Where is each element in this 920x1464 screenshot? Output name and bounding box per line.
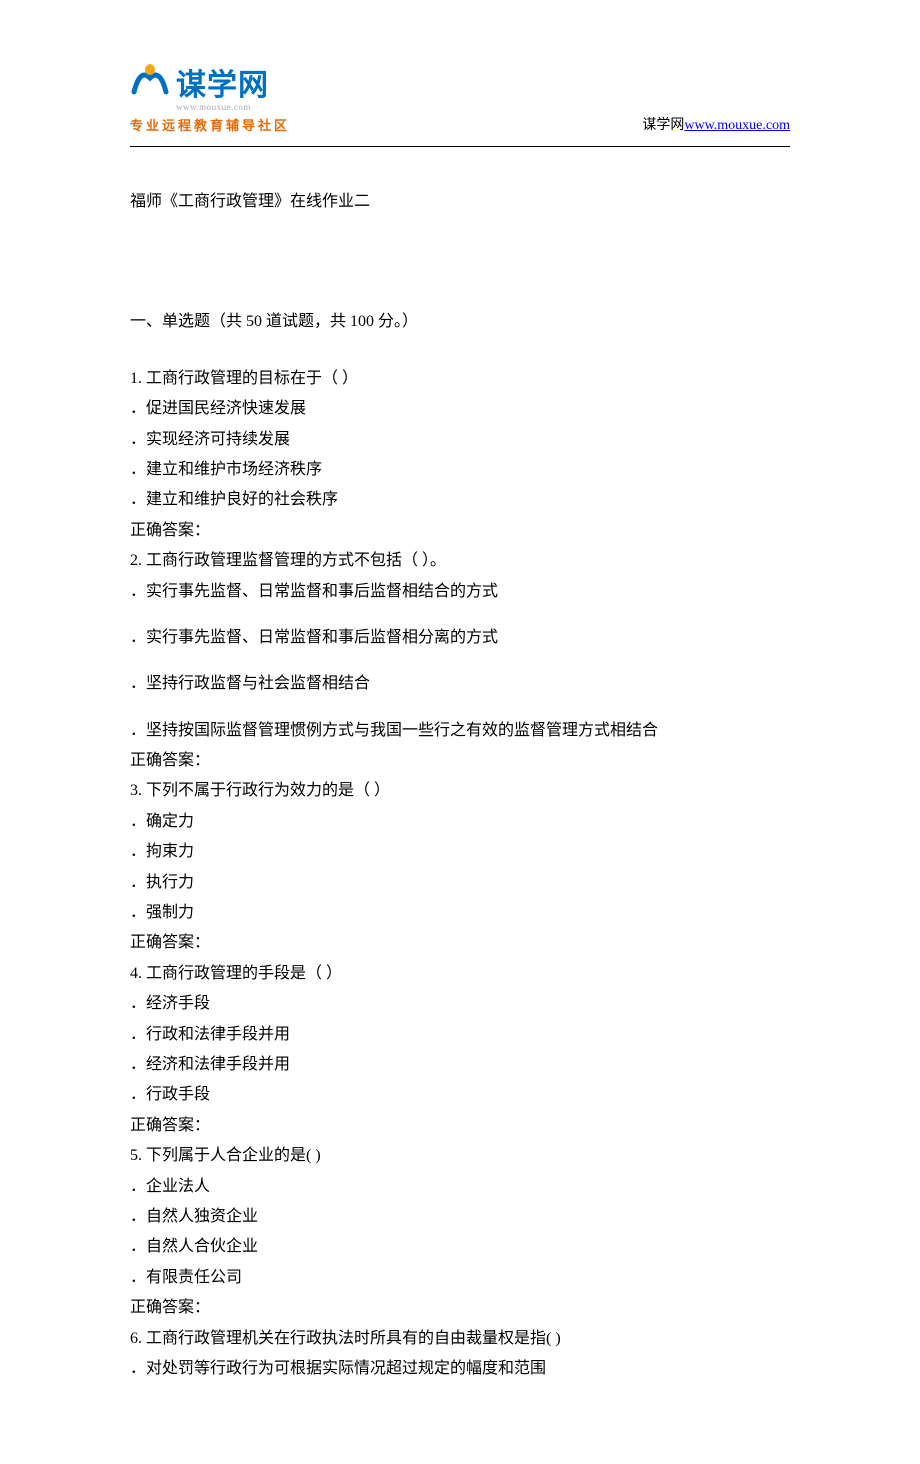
question-option: ．经济手段 [130,989,790,1019]
spacer [130,217,790,307]
question-option: ．对处罚等行政行为可根据实际情况超过规定的幅度和范围 [130,1354,790,1384]
question-option: ．经济和法律手段并用 [130,1050,790,1080]
question-option: ．强制力 [130,898,790,928]
question-stem: 6. 工商行政管理机关在行政执法时所具有的自由裁量权是指( ) [130,1324,790,1354]
correct-answer-label: 正确答案： [130,928,790,958]
question-option: ．确定力 [130,807,790,837]
question-option: ．执行力 [130,868,790,898]
question-option: ．企业法人 [130,1172,790,1202]
question-option: ．行政和法律手段并用 [130,1020,790,1050]
spacer [130,607,790,623]
correct-answer-label: 正确答案： [130,516,790,546]
questions-container: 1. 工商行政管理的目标在于（ ）．促进国民经济快速发展．实现经济可持续发展．建… [130,364,790,1385]
doc-title: 福师《工商行政管理》在线作业二 [130,187,790,217]
logo-brand-text: 谋学网 [176,60,269,104]
question-option: ．自然人合伙企业 [130,1232,790,1262]
question-option: ．有限责任公司 [130,1263,790,1293]
question-option: ．实行事先监督、日常监督和事后监督相结合的方式 [130,577,790,607]
logo-text-col: 谋学网 [176,60,269,104]
question-stem: 3. 下列不属于行政行为效力的是（ ） [130,776,790,806]
header-right-prefix: 谋学网 [642,118,684,133]
section-intro: 一、单选题（共 50 道试题，共 100 分。） [130,307,790,337]
correct-answer-label: 正确答案： [130,1293,790,1323]
logo-icon [130,62,170,102]
spacer [130,653,790,669]
question-stem: 4. 工商行政管理的手段是（ ） [130,959,790,989]
question-option: ．坚持行政监督与社会监督相结合 [130,669,790,699]
question-option: ．建立和维护市场经济秩序 [130,455,790,485]
question-option: ．促进国民经济快速发展 [130,394,790,424]
question-option: ．自然人独资企业 [130,1202,790,1232]
logo-block: 谋学网 www.mouxue.com 专业远程教育辅导社区 [130,60,290,134]
question-option: ．坚持按国际监督管理惯例方式与我国一些行之有效的监督管理方式相结合 [130,716,790,746]
question-option: ．实行事先监督、日常监督和事后监督相分离的方式 [130,623,790,653]
logo-url-text: www.mouxue.com [176,102,251,112]
spacer [130,338,790,364]
header-link[interactable]: www.mouxue.com [684,118,790,133]
page-header: 谋学网 www.mouxue.com 专业远程教育辅导社区 谋学网www.mou… [130,60,790,147]
question-option: ．建立和维护良好的社会秩序 [130,485,790,515]
correct-answer-label: 正确答案： [130,1111,790,1141]
logo-top-row: 谋学网 [130,60,269,104]
question-option: ．实现经济可持续发展 [130,425,790,455]
document-page: 谋学网 www.mouxue.com 专业远程教育辅导社区 谋学网www.mou… [0,0,920,1464]
correct-answer-label: 正确答案： [130,746,790,776]
question-option: ．行政手段 [130,1080,790,1110]
question-stem: 2. 工商行政管理监督管理的方式不包括（ ）。 [130,546,790,576]
question-stem: 1. 工商行政管理的目标在于（ ） [130,364,790,394]
header-right: 谋学网www.mouxue.com [642,114,790,134]
question-option: ．拘束力 [130,837,790,867]
spacer [130,700,790,716]
document-body: 福师《工商行政管理》在线作业二 一、单选题（共 50 道试题，共 100 分。）… [130,187,790,1384]
logo-tagline: 专业远程教育辅导社区 [130,115,290,134]
question-stem: 5. 下列属于人合企业的是( ) [130,1141,790,1171]
